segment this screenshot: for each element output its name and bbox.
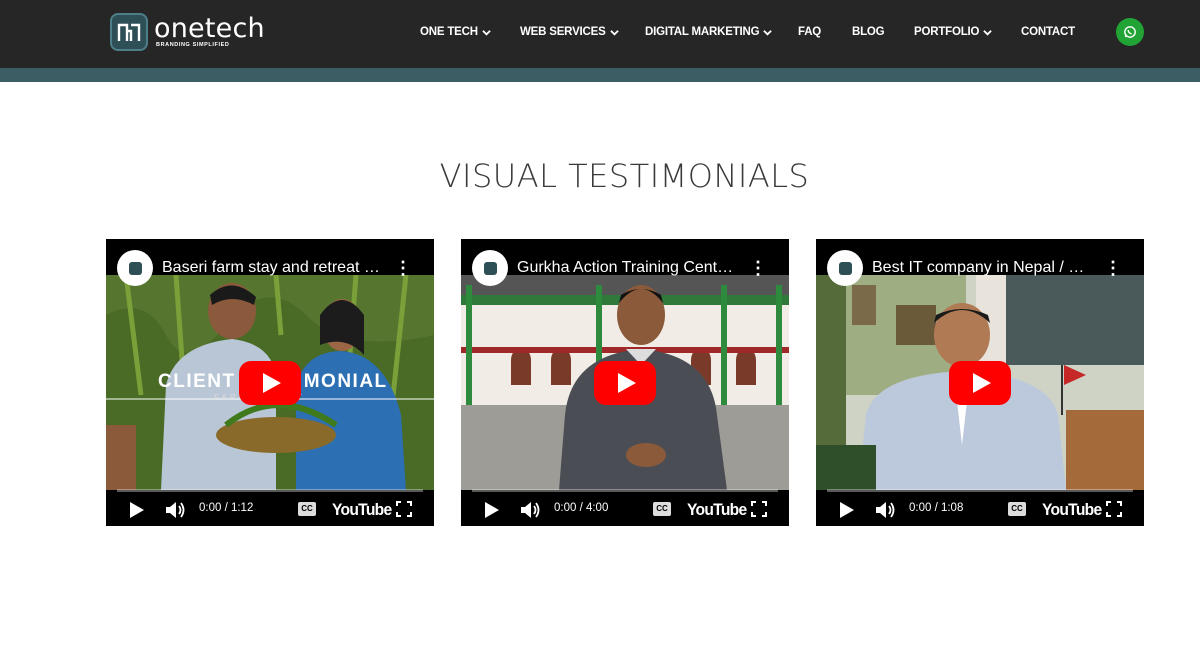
- channel-logo-icon: [838, 261, 852, 275]
- youtube-logo[interactable]: YouTube: [687, 500, 747, 520]
- nav-item-faq[interactable]: FAQ: [798, 26, 821, 38]
- progress-bar[interactable]: [472, 489, 778, 492]
- section-heading: VISUAL TESTIMONIALS: [439, 157, 810, 195]
- player-controls: 0:00 / 1:12 CC YouTube: [106, 492, 434, 526]
- volume-icon[interactable]: [521, 501, 541, 519]
- video-title[interactable]: Gurkha Action Training Center Visual Tes…: [517, 259, 739, 277]
- video-title[interactable]: Best IT company in Nepal / Visual Testim…: [872, 259, 1094, 277]
- play-button[interactable]: [239, 361, 301, 405]
- youtube-logo[interactable]: YouTube: [332, 500, 392, 520]
- captions-button[interactable]: CC: [298, 502, 316, 516]
- header-accent-strip: [0, 68, 1200, 82]
- progress-bar[interactable]: [827, 489, 1133, 492]
- nav-item-one-tech[interactable]: ONE TECH: [420, 26, 491, 38]
- video-card-2[interactable]: Gurkha Action Training Center Visual Tes…: [461, 239, 789, 526]
- play-icon: [262, 373, 281, 393]
- video-title[interactable]: Baseri farm stay and retreat Nepal Visua…: [162, 259, 384, 277]
- fullscreen-icon[interactable]: [396, 501, 412, 517]
- channel-avatar[interactable]: [472, 250, 508, 286]
- whatsapp-button[interactable]: [1116, 18, 1144, 46]
- play-icon: [617, 373, 636, 393]
- channel-avatar[interactable]: [827, 250, 863, 286]
- channel-logo-icon: [128, 261, 142, 275]
- video-card-1[interactable]: CLIENT TESTIMONIAL FARM RESORT Baseri fa…: [106, 239, 434, 526]
- captions-button[interactable]: CC: [1008, 502, 1026, 516]
- player-controls: 0:00 / 1:08 CC YouTube: [816, 492, 1144, 526]
- play-button[interactable]: [949, 361, 1011, 405]
- logo-mark-icon: [110, 13, 148, 51]
- site-header: onetech BRANDING SIMPLIFIED ONE TECH WEB…: [0, 0, 1200, 68]
- nav-item-web-services[interactable]: WEB SERVICES: [520, 26, 619, 38]
- chevron-down-icon: [609, 29, 619, 36]
- youtube-logo[interactable]: YouTube: [1042, 500, 1102, 520]
- nav-item-blog[interactable]: BLOG: [852, 26, 885, 38]
- video-card-3[interactable]: Best IT company in Nepal / Visual Testim…: [816, 239, 1144, 526]
- fullscreen-icon[interactable]: [751, 501, 767, 517]
- more-options-icon[interactable]: ⋮: [749, 259, 767, 277]
- more-options-icon[interactable]: ⋮: [394, 259, 412, 277]
- more-options-icon[interactable]: ⋮: [1104, 259, 1122, 277]
- chevron-down-icon: [983, 29, 993, 36]
- channel-avatar[interactable]: [117, 250, 153, 286]
- nav-item-digital-marketing[interactable]: DIGITAL MARKETING: [645, 26, 773, 38]
- brand-logo[interactable]: onetech BRANDING SIMPLIFIED: [110, 13, 265, 51]
- nav-item-portfolio[interactable]: PORTFOLIO: [914, 26, 993, 38]
- chevron-down-icon: [482, 29, 491, 36]
- nav-item-contact[interactable]: CONTACT: [1021, 26, 1075, 38]
- chevron-down-icon: [763, 29, 773, 36]
- control-play-icon[interactable]: [485, 502, 499, 518]
- control-play-icon[interactable]: [840, 502, 854, 518]
- captions-button[interactable]: CC: [653, 502, 671, 516]
- video-time: 0:00 / 1:08: [909, 502, 964, 514]
- play-icon: [972, 373, 991, 393]
- brand-name: onetech: [154, 13, 265, 45]
- video-time: 0:00 / 4:00: [554, 502, 609, 514]
- volume-icon[interactable]: [166, 501, 186, 519]
- channel-logo-icon: [483, 261, 497, 275]
- control-play-icon[interactable]: [130, 502, 144, 518]
- progress-bar[interactable]: [117, 489, 423, 492]
- volume-icon[interactable]: [876, 501, 896, 519]
- video-time: 0:00 / 1:12: [199, 502, 254, 514]
- player-controls: 0:00 / 4:00 CC YouTube: [461, 492, 789, 526]
- play-button[interactable]: [594, 361, 656, 405]
- whatsapp-icon: [1124, 26, 1136, 38]
- fullscreen-icon[interactable]: [1106, 501, 1122, 517]
